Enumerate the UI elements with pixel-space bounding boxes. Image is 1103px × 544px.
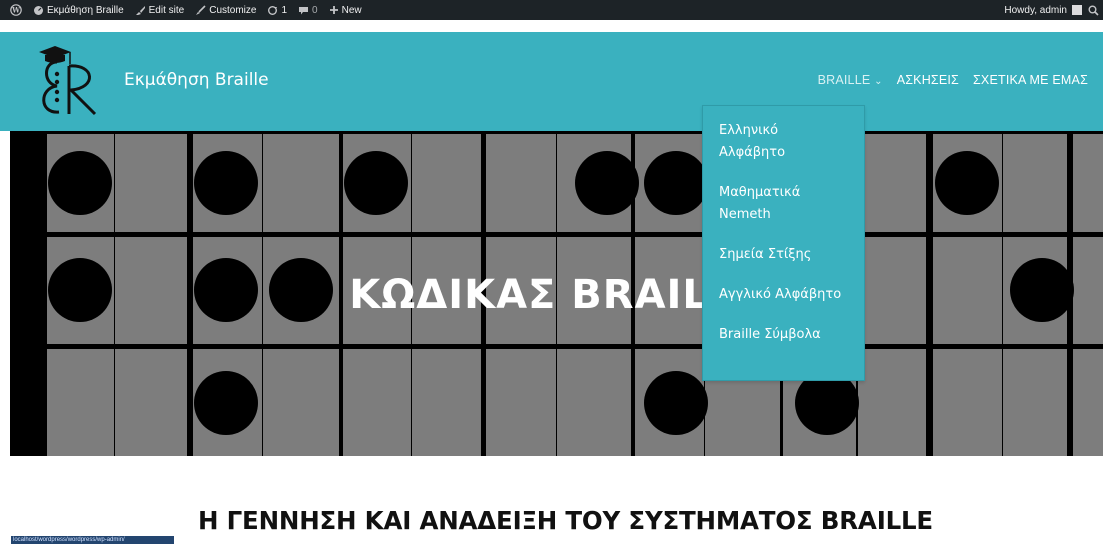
chevron-down-icon: ⌄ xyxy=(874,76,883,87)
new-content-link[interactable]: New xyxy=(329,5,362,16)
section-heading: Η ΓΕΝΝΗΣΗ ΚΑΙ ΑΝΑΔΕΙΞΗ ΤΟΥ ΣΥΣΤΗΜΑΤΟΣ BR… xyxy=(198,506,933,535)
nav-item-braille[interactable]: BRAILLE ⌄ xyxy=(818,73,883,87)
updates-link[interactable]: 1 xyxy=(267,5,287,16)
edit-site-link[interactable]: Edit site xyxy=(135,4,185,16)
nav-item-about-us[interactable]: ΣΧΕΤΙΚΑ ΜΕ ΕΜΑΣ xyxy=(973,73,1088,87)
customize-label: Customize xyxy=(209,4,257,16)
submenu-item-nemeth-math[interactable]: Μαθηματικά Nemeth xyxy=(719,182,829,226)
braille-submenu: Ελληνικό Αλφάβητο Μαθηματικά Nemeth Σημε… xyxy=(702,105,865,381)
comments-link[interactable]: 0 xyxy=(298,5,318,16)
wordpress-logo-icon[interactable]: W xyxy=(10,4,22,16)
braille-dot xyxy=(935,151,999,215)
account-menu[interactable]: Howdy, admin xyxy=(1004,5,1082,16)
edit-site-label: Edit site xyxy=(148,4,185,16)
braille-dot xyxy=(575,151,639,215)
paintbrush-icon xyxy=(196,4,206,15)
braille-dot xyxy=(644,371,708,435)
updates-count: 1 xyxy=(281,4,288,16)
admin-bar-site-name: Εκμάθηση Braille xyxy=(47,4,124,16)
hero-title: ΚΩΔΙΚΑΣ BRAILLE xyxy=(349,272,764,318)
site-title[interactable]: Εκμάθηση Braille xyxy=(124,70,269,90)
submenu-item-braille-symbols[interactable]: Braille Σύμβολα xyxy=(719,324,859,346)
admin-bar-site-link[interactable]: Εκμάθηση Braille xyxy=(33,5,124,16)
brush-icon xyxy=(135,5,145,15)
hero-banner: ΚΩΔΙΚΑΣ BRAILLE xyxy=(10,131,1103,456)
site-logo-icon[interactable] xyxy=(35,44,105,118)
svg-text:W: W xyxy=(11,6,20,15)
search-icon[interactable] xyxy=(1088,5,1099,16)
updates-icon xyxy=(268,5,278,15)
status-url-tooltip: localhost/wordpress/wordpress/wp-admin/ xyxy=(11,536,174,544)
comments-count: 0 xyxy=(312,4,318,16)
nav-item-exercises[interactable]: ΑΣΚΗΣΕΙΣ xyxy=(897,73,959,87)
submenu-item-punctuation[interactable]: Σημεία Στίξης xyxy=(719,244,859,266)
plus-icon xyxy=(329,6,338,14)
dashboard-icon xyxy=(34,5,43,15)
howdy-greeting: Howdy, admin xyxy=(1004,4,1067,16)
comment-icon xyxy=(299,6,309,14)
braille-dot xyxy=(48,151,112,215)
nav-item-label: BRAILLE xyxy=(817,73,871,87)
customize-link[interactable]: Customize xyxy=(195,5,256,16)
braille-dot xyxy=(344,151,408,215)
admin-bar: W Εκμάθηση Braille Edit site Customize 1… xyxy=(0,0,1103,20)
braille-dot xyxy=(194,151,258,215)
braille-dot xyxy=(644,151,708,215)
submenu-item-greek-alphabet[interactable]: Ελληνικό Αλφάβητο xyxy=(719,120,829,164)
braille-dot xyxy=(194,371,258,435)
site-header: Εκμάθηση Braille BRAILLE ⌄ ΑΣΚΗΣΕΙΣ ΣΧΕΤ… xyxy=(0,32,1103,131)
avatar xyxy=(1072,5,1082,15)
submenu-item-english-alphabet[interactable]: Αγγλικό Αλφάβητο xyxy=(719,284,859,306)
new-label: New xyxy=(341,4,362,16)
main-navigation: BRAILLE ⌄ ΑΣΚΗΣΕΙΣ ΣΧΕΤΙΚΑ ΜΕ ΕΜΑΣ xyxy=(818,73,1088,87)
